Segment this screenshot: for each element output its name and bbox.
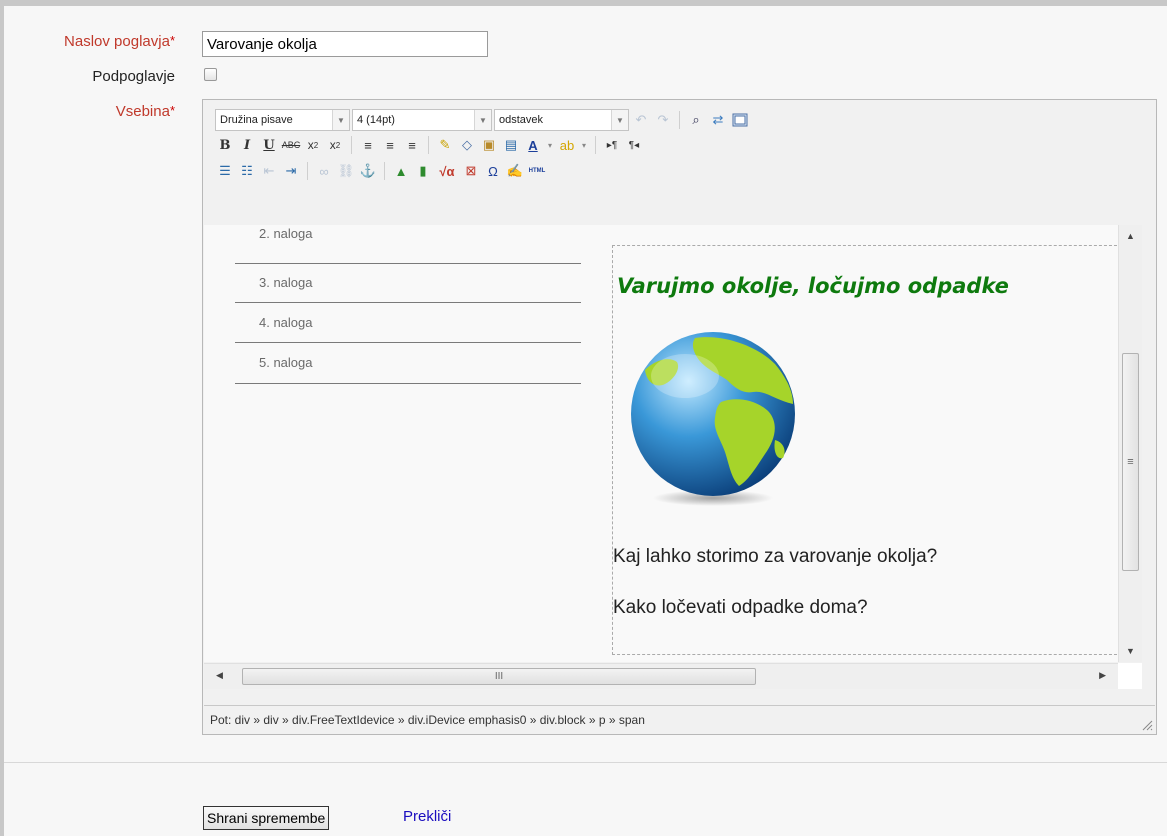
scroll-corner: [1118, 663, 1142, 689]
unlink-icon[interactable]: ⛓: [336, 161, 356, 181]
text-color-icon[interactable]: A: [523, 135, 543, 155]
rich-text-editor: Družina pisave ▼ 4 (14pt) ▼ odstavek ▼ ↶…: [202, 99, 1157, 735]
required-asterisk-icon: *: [169, 103, 175, 118]
font-size-select[interactable]: 4 (14pt) ▼: [352, 109, 492, 131]
anchor-icon[interactable]: ⚓: [358, 161, 378, 181]
list-item: 4. naloga: [235, 304, 581, 343]
save-changes-button[interactable]: Shrani spremembe: [203, 806, 330, 830]
toolbar-separator: [428, 136, 429, 154]
chevron-down-icon: ▼: [611, 110, 628, 130]
format-select[interactable]: odstavek ▼: [494, 109, 629, 131]
subscript-icon[interactable]: x2: [303, 135, 323, 155]
window-top-border: [0, 0, 1167, 6]
toolbar-separator: [679, 111, 680, 129]
toolbar-separator: [384, 162, 385, 180]
special-char-icon[interactable]: Ω: [483, 161, 503, 181]
html-source-icon[interactable]: HTML: [527, 161, 547, 181]
align-center-icon[interactable]: ≡: [380, 135, 400, 155]
indent-icon[interactable]: ⇥: [281, 161, 301, 181]
eraser-icon[interactable]: ◇: [457, 135, 477, 155]
window-left-border: [0, 0, 4, 836]
chevron-down-icon: ▼: [332, 110, 349, 130]
paragraph-question-1: Kaj lahko storimo za varovanje okolja?: [613, 546, 938, 567]
chapter-title-input[interactable]: [202, 31, 488, 57]
content-label-text: Vsebina: [115, 103, 170, 120]
image-icon[interactable]: ▲: [391, 161, 411, 181]
highlight-color-icon[interactable]: ab: [557, 135, 577, 155]
redo-icon[interactable]: ↷: [653, 110, 673, 130]
cleanup-icon[interactable]: ✎: [435, 135, 455, 155]
math-formula-icon[interactable]: √α: [435, 161, 459, 181]
numbered-list-icon[interactable]: ☷: [237, 161, 257, 181]
toolbar-separator: [307, 162, 308, 180]
chevron-down-icon[interactable]: ▾: [579, 135, 589, 155]
edit-icon[interactable]: ✍: [505, 161, 525, 181]
fullscreen-icon[interactable]: [730, 110, 750, 130]
scroll-up-icon[interactable]: ▲: [1126, 231, 1135, 241]
embed-icon[interactable]: ⊠: [461, 161, 481, 181]
fullscreen-icon-graphic: [732, 113, 748, 127]
horizontal-scrollbar[interactable]: ◀ III ▶: [204, 663, 1118, 689]
format-select-value: odstavek: [499, 114, 544, 126]
chevron-down-icon: ▼: [474, 110, 491, 130]
editor-path-statusbar: Pot: div » div » div.FreeTextIdevice » d…: [204, 705, 1155, 733]
subchapter-label: Podpoglavje: [0, 68, 175, 85]
scroll-down-icon[interactable]: ▼: [1126, 646, 1135, 656]
content-label: Vsebina*: [0, 103, 175, 120]
title-label: Naslov poglavja*: [0, 33, 175, 50]
rtl-direction-icon[interactable]: ¶◂: [624, 135, 644, 155]
strikethrough-icon[interactable]: ABC: [281, 135, 301, 155]
globe-image: [631, 332, 795, 506]
form-separator: [4, 762, 1167, 763]
toolbar-separator: [595, 136, 596, 154]
paste-word-icon[interactable]: ▤: [501, 135, 521, 155]
vertical-scroll-thumb[interactable]: ≡: [1122, 353, 1139, 571]
bold-icon[interactable]: B: [215, 135, 235, 155]
paragraph-question-2: Kako ločevati odpadke doma?: [613, 597, 868, 618]
paste-text-icon[interactable]: ▣: [479, 135, 499, 155]
list-item: 5. naloga: [235, 344, 581, 384]
italic-icon[interactable]: I: [237, 135, 257, 155]
font-size-select-value: 4 (14pt): [357, 114, 395, 126]
undo-icon[interactable]: ↶: [631, 110, 651, 130]
list-item: 2. naloga: [235, 225, 581, 264]
cancel-link[interactable]: Prekliči: [403, 808, 451, 825]
find-icon[interactable]: ⌕: [686, 110, 706, 130]
subchapter-checkbox[interactable]: [204, 68, 217, 81]
resize-grip-icon[interactable]: [1141, 719, 1153, 731]
toolbar-row-3: ☰ ☷ ⇤ ⇥ ∞ ⛓ ⚓ ▲ ▮ √α ⊠ Ω ✍ HTML: [215, 159, 547, 183]
chevron-down-icon[interactable]: ▾: [545, 135, 555, 155]
toolbar-separator: [351, 136, 352, 154]
ltr-direction-icon[interactable]: ▸¶: [602, 135, 622, 155]
editor-content-area[interactable]: 2. naloga 3. naloga 4. naloga 5. naloga …: [204, 225, 1118, 662]
required-asterisk-icon: *: [169, 33, 175, 48]
scroll-left-icon[interactable]: ◀: [216, 670, 223, 681]
font-family-select[interactable]: Družina pisave ▼: [215, 109, 350, 131]
underline-icon[interactable]: U: [259, 135, 279, 155]
font-family-select-value: Družina pisave: [220, 114, 293, 126]
toolbar-row-2: B I U ABC x2 x2 ≡ ≡ ≡ ✎ ◇ ▣ ▤ A ▾ ab ▾ ▸…: [215, 133, 644, 157]
superscript-icon[interactable]: x2: [325, 135, 345, 155]
idevice-heading: Varujmo okolje, ločujmo odpadke: [617, 274, 1009, 298]
subchapter-label-text: Podpoglavje: [92, 68, 175, 85]
toolbar-row-1: Družina pisave ▼ 4 (14pt) ▼ odstavek ▼ ↶…: [215, 108, 750, 132]
replace-icon[interactable]: ⇄: [708, 110, 728, 130]
link-icon[interactable]: ∞: [314, 161, 334, 181]
horizontal-scroll-thumb[interactable]: III: [242, 668, 756, 685]
element-path: Pot: div » div » div.FreeTextIdevice » d…: [210, 712, 645, 727]
bullet-list-icon[interactable]: ☰: [215, 161, 235, 181]
vertical-scrollbar[interactable]: ▲ ≡ ▼: [1118, 225, 1142, 662]
free-text-idevice: Varujmo okolje, ločujmo odpadke Kaj lahk…: [612, 245, 1118, 655]
media-icon[interactable]: ▮: [413, 161, 433, 181]
list-item: 3. naloga: [235, 264, 581, 303]
align-right-icon[interactable]: ≡: [402, 135, 422, 155]
title-label-text: Naslov poglavja: [64, 33, 170, 50]
editor-spacer: [203, 689, 1156, 705]
align-left-icon[interactable]: ≡: [358, 135, 378, 155]
outdent-icon[interactable]: ⇤: [259, 161, 279, 181]
scroll-right-icon[interactable]: ▶: [1099, 670, 1106, 681]
